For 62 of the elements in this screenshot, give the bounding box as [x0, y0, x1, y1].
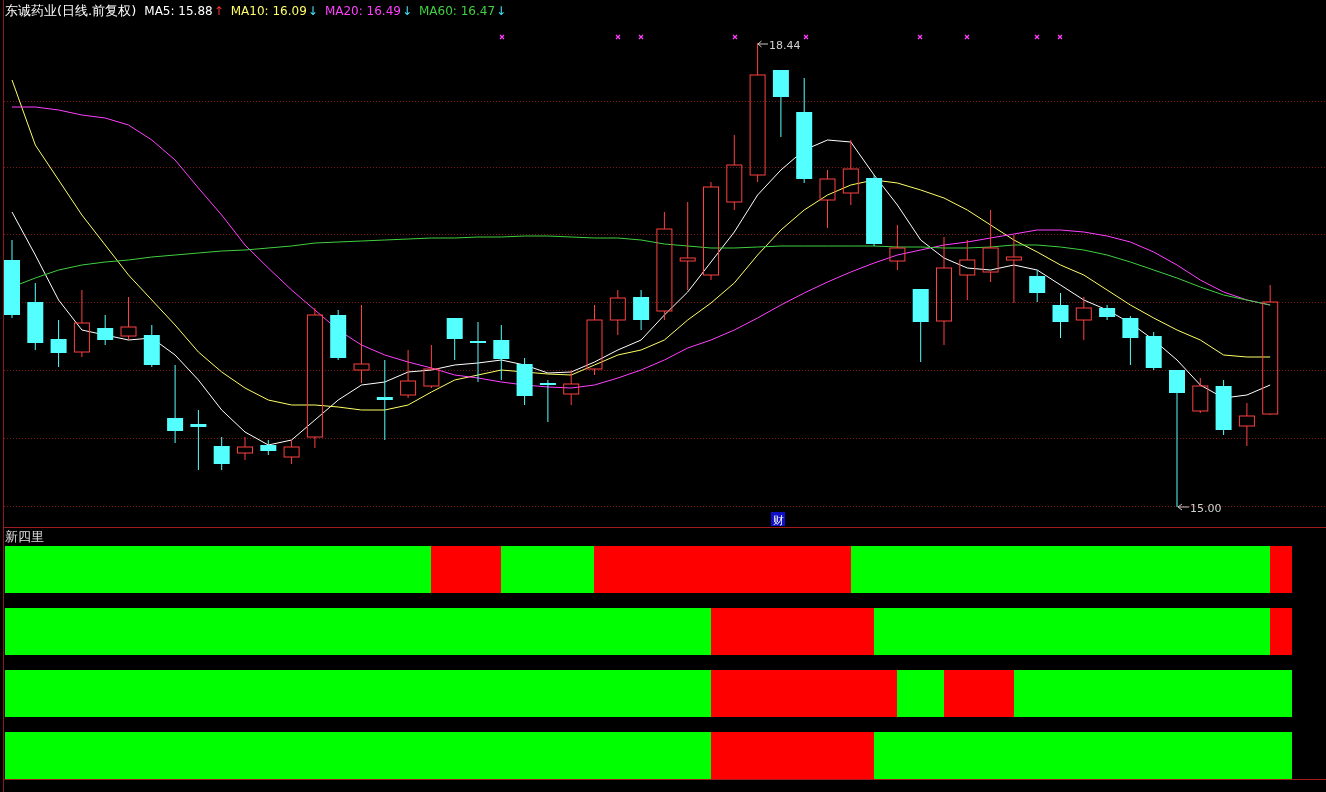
leader-arrow [757, 40, 769, 48]
moving-average-label: MA60: 16.47 [419, 4, 496, 18]
falling-candlestick [1145, 331, 1162, 371]
price-label: 15.00 [1190, 502, 1222, 515]
falling-candlestick [213, 436, 230, 471]
trend-arrow: ↑ [213, 4, 224, 18]
rising-candlestick [609, 289, 626, 336]
rising-candlestick [889, 224, 906, 271]
falling-candlestick [50, 319, 67, 368]
falling-candlestick [1029, 269, 1046, 303]
rising-candlestick [73, 289, 90, 358]
falling-candlestick [97, 314, 114, 346]
rising-candlestick [237, 436, 253, 461]
falling-candlestick [27, 282, 44, 351]
falling-candlestick [260, 439, 277, 456]
moving-average-label: MA20: 16.49 [324, 4, 401, 18]
falling-candlestick [330, 309, 347, 361]
rising-candlestick [842, 139, 859, 206]
leader-arrow [1177, 503, 1190, 511]
price-label: 18.44 [769, 39, 801, 52]
moving-average-label: MA5: 15.88 [144, 4, 213, 18]
rising-candlestick [120, 296, 137, 341]
falling-candlestick [470, 321, 486, 383]
cross-marker-icon [638, 34, 644, 40]
rising-candlestick [1238, 402, 1255, 447]
falling-candlestick [1099, 304, 1116, 321]
falling-candlestick [1052, 292, 1069, 339]
rising-candlestick [400, 349, 417, 399]
trend-arrow: ↓ [307, 4, 318, 18]
cross-marker-icon [615, 34, 621, 40]
rising-candlestick [586, 304, 603, 376]
falling-candlestick [539, 379, 556, 423]
trend-arrow: ↓ [496, 4, 507, 18]
cross-marker-icon [1034, 34, 1040, 40]
rising-candlestick [959, 239, 976, 301]
cross-marker-icon [499, 34, 505, 40]
cross-marker-icon [1057, 34, 1063, 40]
falling-candlestick [633, 289, 650, 331]
falling-candlestick [190, 409, 207, 471]
rising-candlestick [819, 169, 836, 229]
falling-candlestick [446, 317, 463, 361]
rising-candlestick [283, 439, 300, 465]
event-tag: 财 [771, 512, 785, 527]
indicator-title: 新四里 [4, 528, 44, 546]
rising-candlestick [1075, 296, 1092, 341]
falling-candlestick [772, 69, 789, 138]
rising-candlestick [1192, 377, 1209, 414]
stock-title: 东诚药业(日线.前复权) [5, 2, 137, 20]
falling-candlestick [1122, 315, 1139, 366]
falling-candlestick [493, 324, 510, 381]
cross-marker-icon [964, 34, 970, 40]
rising-candlestick [563, 369, 580, 406]
moving-average-label: MA10: 16.09 [230, 4, 307, 18]
rising-candlestick [423, 344, 440, 389]
cross-marker-icon [917, 34, 923, 40]
rising-candlestick [1005, 234, 1022, 304]
falling-candlestick [1215, 379, 1232, 436]
falling-candlestick [143, 324, 160, 368]
trend-arrow: ↓ [401, 4, 412, 18]
falling-candlestick [516, 357, 533, 406]
cross-marker-icon [732, 34, 738, 40]
cross-marker-icon [803, 34, 809, 40]
